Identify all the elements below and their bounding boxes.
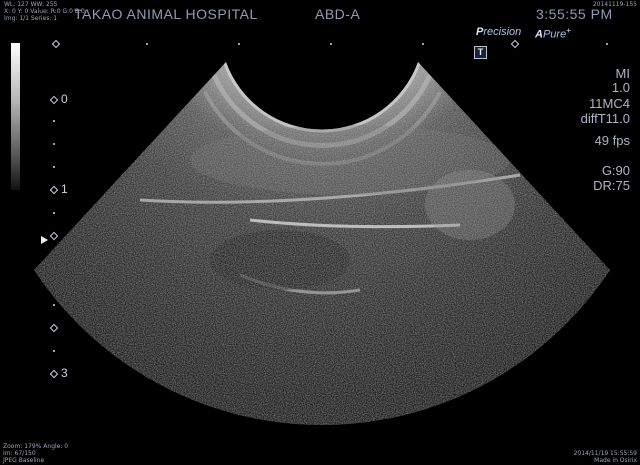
format-label: JPEG Baseline <box>3 457 45 464</box>
made-in-label: Made in Osiriх <box>594 457 637 464</box>
ultrasound-image <box>34 62 610 426</box>
zoom-angle-label: Zoom: 179% Angle: 0 <box>3 443 69 450</box>
footer-datetime: 2014/11/19 15:55:59 <box>573 450 637 457</box>
image-count-label: Im: 67/150 <box>3 450 36 457</box>
